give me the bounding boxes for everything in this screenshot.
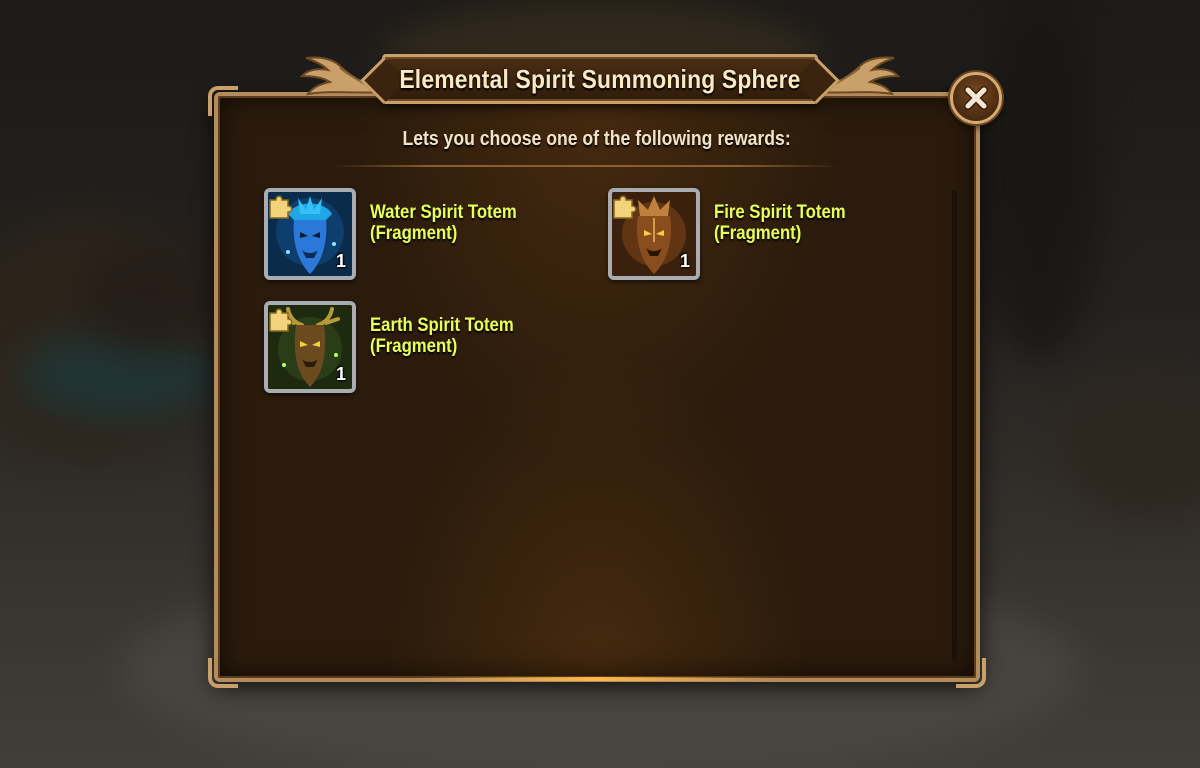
reward-type-line: (Fragment) <box>370 223 458 244</box>
reward-icon-frame: 1 <box>264 188 356 280</box>
reward-name-line: Water Spirit Totem <box>370 202 517 223</box>
close-x-icon <box>964 86 988 110</box>
panel-bottom-glow <box>418 677 776 681</box>
scrollbar-track[interactable] <box>952 190 957 660</box>
title-banner: Elemental Spirit Summoning Sphere <box>382 54 818 104</box>
panel-corner-ornament <box>208 658 238 688</box>
reward-icon-frame: 1 <box>264 301 356 393</box>
reward-name: Earth Spirit Totem (Fragment) <box>370 315 514 357</box>
panel-corner-ornament <box>208 86 238 116</box>
item-quantity: 1 <box>335 364 346 384</box>
dialog-title: Elemental Spirit Summoning Sphere <box>399 63 801 94</box>
reward-item-water-spirit-totem[interactable]: 1 Water Spirit Totem (Fragment) <box>264 188 584 280</box>
reward-item-earth-spirit-totem[interactable]: 1 Earth Spirit Totem (Fragment) <box>264 301 584 393</box>
reward-icon-frame: 1 <box>608 188 700 280</box>
reward-type-line: (Fragment) <box>370 336 458 357</box>
reward-type-line: (Fragment) <box>714 223 802 244</box>
subtitle-text: Lets you choose one of the following rew… <box>402 128 792 150</box>
item-quantity: 1 <box>335 251 346 271</box>
puzzle-fragment-icon <box>613 195 637 219</box>
reward-item-fire-spirit-totem[interactable]: 1 Fire Spirit Totem (Fragment) <box>608 188 928 280</box>
puzzle-fragment-icon <box>269 308 293 332</box>
reward-name: Water Spirit Totem (Fragment) <box>370 202 517 244</box>
reward-name-line: Fire Spirit Totem <box>714 202 846 223</box>
title-banner-wrap: Elemental Spirit Summoning Sphere <box>300 44 900 116</box>
close-button[interactable] <box>950 72 1002 124</box>
panel-corner-ornament <box>956 658 986 688</box>
divider <box>330 165 840 167</box>
reward-name: Fire Spirit Totem (Fragment) <box>714 202 846 244</box>
reward-name-line: Earth Spirit Totem <box>370 315 514 336</box>
puzzle-fragment-icon <box>269 195 293 219</box>
item-quantity: 1 <box>679 251 690 271</box>
dialog-subtitle: Lets you choose one of the following rew… <box>214 128 980 151</box>
